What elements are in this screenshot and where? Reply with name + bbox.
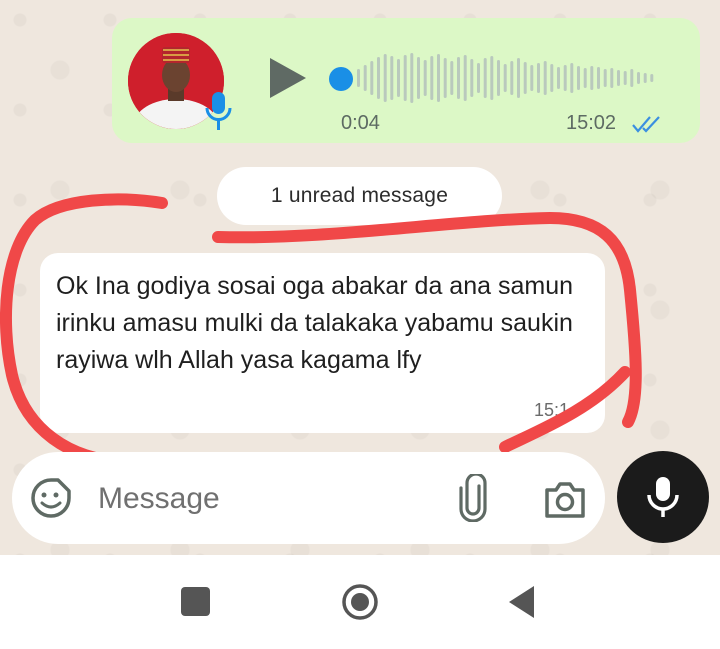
waveform-bar <box>410 53 414 103</box>
waveform-bar <box>377 57 380 99</box>
waveform-bar <box>590 66 594 90</box>
paperclip-icon[interactable] <box>455 474 491 522</box>
waveform-bar <box>390 56 394 100</box>
waveform-bar <box>397 59 400 97</box>
waveform-bar <box>637 72 640 84</box>
message-time: 15:1 <box>534 400 570 420</box>
waveform-bar <box>417 57 420 99</box>
waveform-bar <box>623 71 627 85</box>
waveform-bar <box>430 56 434 100</box>
waveform-bar <box>363 65 367 91</box>
message-input[interactable] <box>96 476 440 522</box>
waveform-bar <box>577 66 580 90</box>
waveform-bar <box>517 58 520 98</box>
voice-note-duration: 0:04 <box>341 112 380 134</box>
waveform-bar <box>450 61 454 95</box>
waveform-bar <box>543 61 547 95</box>
waveform-bar <box>403 55 407 101</box>
waveform-bar <box>523 62 527 94</box>
waveform-bar <box>437 54 440 102</box>
waveform-bar <box>357 69 360 87</box>
waveform-bar <box>530 65 534 91</box>
double-check-icon <box>632 116 660 133</box>
waveform-bar <box>470 59 474 97</box>
sticker-emoji-icon[interactable] <box>30 477 72 519</box>
waveform-bar <box>650 74 654 82</box>
waveform-bar <box>370 61 374 95</box>
home-icon[interactable] <box>341 583 379 621</box>
waveform-bar <box>557 67 560 89</box>
message-text: Ok Ina godiya sosai oga abakar da ana sa… <box>56 272 574 374</box>
microphone-icon <box>647 477 679 517</box>
mic-badge-icon <box>205 92 232 130</box>
play-icon[interactable] <box>266 56 308 100</box>
waveform-bar <box>570 63 574 93</box>
waveform-bar <box>610 68 614 88</box>
waveform-bar <box>463 55 467 101</box>
waveform-bar <box>483 58 487 98</box>
waveform-bar <box>597 67 600 89</box>
back-icon[interactable] <box>506 584 536 620</box>
waveform-bar <box>477 63 480 93</box>
record-voice-button[interactable] <box>617 451 709 543</box>
camera-icon[interactable] <box>543 478 587 520</box>
voice-waveform[interactable] <box>356 50 656 106</box>
waveform-bar <box>643 73 647 83</box>
unread-messages-banner: 1 unread message <box>217 167 502 225</box>
recent-apps-icon[interactable] <box>181 587 210 616</box>
waveform-bar <box>563 65 567 91</box>
waveform-bar <box>497 60 500 96</box>
playback-scrubber[interactable] <box>329 67 353 91</box>
waveform-bar <box>630 69 634 87</box>
waveform-bar <box>510 61 514 95</box>
waveform-bar <box>490 56 494 100</box>
waveform-bar <box>423 60 427 96</box>
waveform-bar <box>550 64 554 92</box>
waveform-bar <box>443 58 447 98</box>
waveform-bar <box>583 68 587 88</box>
waveform-bar <box>537 63 540 93</box>
waveform-bar <box>383 54 387 102</box>
waveform-bar <box>503 64 507 92</box>
waveform-bar <box>603 69 607 87</box>
waveform-bar <box>457 57 460 99</box>
voice-note-time: 15:02 <box>566 112 617 134</box>
waveform-bar <box>617 70 620 86</box>
